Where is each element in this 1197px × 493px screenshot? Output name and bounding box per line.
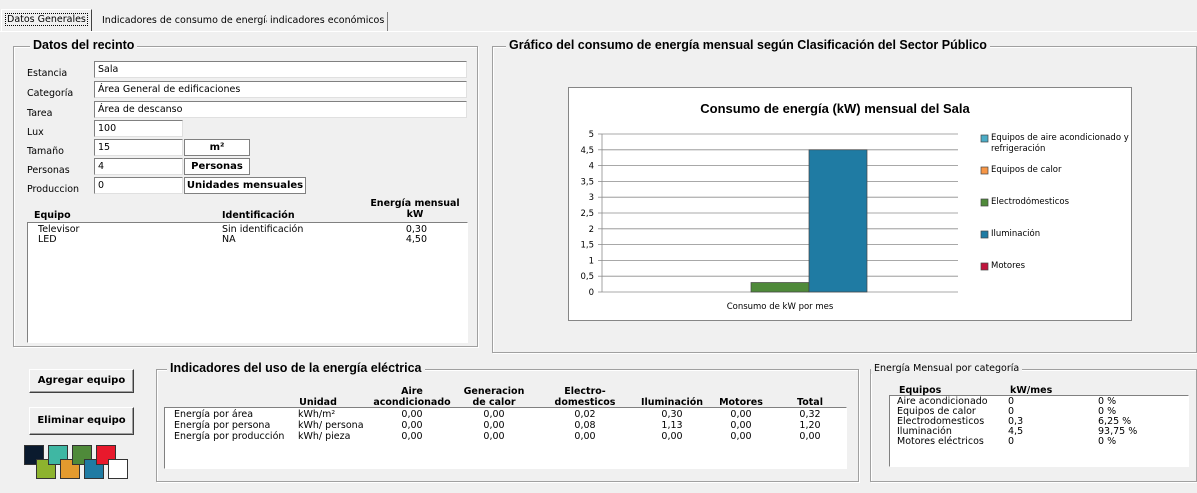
list-item[interactable]: LED bbox=[38, 235, 57, 245]
energia-header-l2: kW bbox=[406, 209, 424, 220]
list-cell: 0 bbox=[1008, 436, 1015, 447]
col-header-l1: Generacion bbox=[463, 386, 525, 397]
identificacion-header: Identificación bbox=[222, 210, 295, 221]
table-cell: kWh/ persona bbox=[298, 420, 364, 431]
legend-entry: Equipos de calor bbox=[991, 165, 1062, 175]
y-tick-label: 4 bbox=[589, 162, 594, 172]
categoria-label: Categoría bbox=[27, 88, 74, 99]
equipo-header: Equipo bbox=[34, 210, 71, 221]
x-category-label: Consumo de kW por mes bbox=[727, 302, 834, 312]
bar-3 bbox=[750, 282, 810, 293]
table-cell: 0,00 bbox=[483, 409, 505, 420]
y-tick-label: 5 bbox=[589, 130, 594, 140]
personas-unit: Personas bbox=[184, 158, 250, 175]
legend-swatch bbox=[980, 230, 989, 239]
tarea-field[interactable]: Área de descanso bbox=[94, 101, 467, 118]
table-cell: 0,00 bbox=[799, 431, 821, 442]
tab-indicadores-consumo[interactable]: Indicadores de consumo de energía bbox=[99, 12, 276, 31]
table-cell: 0,32 bbox=[799, 409, 821, 420]
table-cell: 0,00 bbox=[401, 409, 423, 420]
tamano-label: Tamaño bbox=[27, 146, 64, 157]
y-tick-label: 2,5 bbox=[580, 209, 594, 219]
legend-label: Equipos de aire acondicionado y refriger… bbox=[991, 133, 1129, 154]
legend-entry: Equipos de aire acondicionado y refriger… bbox=[991, 133, 1129, 154]
grafico-title: Gráfico del consumo de energía mensual s… bbox=[506, 38, 990, 52]
categoria-field[interactable]: Área General de edificaciones bbox=[94, 81, 467, 98]
tab-bar: Datos Generales Indicadores de consumo d… bbox=[0, 9, 1197, 31]
legend-swatch bbox=[980, 134, 989, 143]
legend-swatch bbox=[980, 166, 989, 175]
col-header-l1: Electro- bbox=[564, 386, 606, 397]
indicadores-title: Indicadores del uso de la energía eléctr… bbox=[167, 361, 425, 375]
tamano-unit: m² bbox=[184, 139, 250, 156]
legend-entry: Iluminación bbox=[991, 229, 1041, 239]
tarea-label: Tarea bbox=[27, 108, 53, 119]
table-cell: 0,00 bbox=[401, 431, 423, 442]
eliminar-equipo-button[interactable]: Eliminar equipo bbox=[29, 407, 134, 435]
col-header-l1: Aire bbox=[401, 386, 423, 397]
y-tick-label: 4,5 bbox=[580, 146, 594, 156]
table-cell: 0,30 bbox=[661, 409, 683, 420]
table-cell: kWh/ pieza bbox=[298, 431, 351, 442]
table-cell: 0,00 bbox=[730, 431, 752, 442]
y-tick-label: 1 bbox=[589, 256, 594, 266]
lux-label: Lux bbox=[27, 127, 44, 138]
list-cell: 0 % bbox=[1098, 436, 1117, 447]
energia-header-l1: Energía mensual bbox=[370, 198, 460, 209]
estancia-label: Estancia bbox=[27, 68, 68, 79]
table-row-label[interactable]: Energía por área bbox=[174, 410, 253, 420]
table-cell: 0,00 bbox=[730, 409, 752, 420]
table-cell: 0,00 bbox=[483, 431, 505, 442]
agregar-equipo-button[interactable]: Agregar equipo bbox=[29, 369, 134, 393]
bar-4 bbox=[808, 149, 868, 293]
tab-datos-generales[interactable]: Datos Generales bbox=[1, 9, 92, 31]
table-cell: 0,00 bbox=[730, 420, 752, 431]
legend-label: Electrodómesticos bbox=[991, 197, 1070, 207]
table-cell: 0,00 bbox=[661, 431, 683, 442]
tab-indicadores-economicos[interactable]: indicadores económicos bbox=[267, 12, 389, 31]
table-row-label[interactable]: Energía por producción bbox=[174, 432, 284, 442]
legend-label: Iluminación bbox=[991, 229, 1041, 239]
y-tick-label: 3 bbox=[589, 193, 594, 203]
table-cell: 0,02 bbox=[574, 409, 596, 420]
table-cell: 1,13 bbox=[661, 420, 683, 431]
produccion-label: Produccion bbox=[27, 184, 80, 195]
legend-label: Motores bbox=[991, 261, 1026, 271]
list-item-id: NA bbox=[222, 234, 236, 245]
categoria-title: Energía Mensual por categoría bbox=[871, 363, 1023, 374]
table-cell: 0,00 bbox=[483, 420, 505, 431]
lux-field[interactable]: 100 bbox=[94, 120, 183, 137]
table-cell: 0,08 bbox=[574, 420, 596, 431]
y-tick-label: 2 bbox=[589, 225, 594, 235]
legend-entry: Electrodómesticos bbox=[991, 197, 1070, 207]
legend-swatch bbox=[980, 198, 989, 207]
y-tick-label: 1,5 bbox=[580, 241, 594, 251]
palette-swatch bbox=[108, 459, 128, 479]
recinto-title: Datos del recinto bbox=[30, 38, 138, 52]
list-item-kw: 4,50 bbox=[405, 234, 427, 245]
table-row-label[interactable]: Energía por persona bbox=[174, 421, 270, 431]
table-cell: 0,00 bbox=[574, 431, 596, 442]
produccion-field[interactable]: 0 bbox=[94, 177, 183, 194]
tab-divider bbox=[0, 31, 1197, 32]
bar-chart: 0 0,5 1 1,5 2 2,5 3 3,5 4 4,5 5 Consumo de kW por m… bbox=[580, 130, 1129, 312]
produccion-unit: Unidades mensuales bbox=[184, 177, 306, 194]
table-cell: 1,20 bbox=[799, 420, 821, 431]
legend-label: Equipos de calor bbox=[991, 165, 1062, 175]
legend-entry: Motores bbox=[991, 261, 1026, 271]
color-palette bbox=[24, 445, 149, 485]
estancia-field[interactable]: Sala bbox=[94, 61, 467, 78]
y-tick-label: 0 bbox=[589, 288, 594, 298]
y-tick-label: 3,5 bbox=[580, 177, 594, 187]
personas-label: Personas bbox=[27, 165, 70, 176]
tamano-field[interactable]: 15 bbox=[94, 139, 183, 156]
table-cell: kWh/m² bbox=[298, 409, 336, 420]
personas-field[interactable]: 4 bbox=[94, 158, 183, 175]
y-tick-label: 0,5 bbox=[580, 272, 594, 282]
table-cell: 0,00 bbox=[401, 420, 423, 431]
list-item[interactable]: Motores eléctricos bbox=[897, 437, 984, 447]
legend-swatch bbox=[980, 262, 989, 271]
